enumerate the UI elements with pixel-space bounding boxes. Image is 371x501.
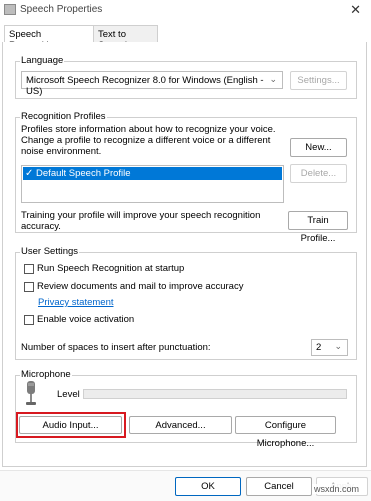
voice-activation-checkbox[interactable] — [24, 315, 34, 325]
advanced-button[interactable]: Advanced... — [129, 416, 232, 434]
chevron-down-icon: ⌄ — [269, 74, 277, 84]
spaces-dropdown-value: 2 — [316, 342, 322, 353]
app-icon — [4, 4, 16, 15]
review-documents-checkbox[interactable] — [24, 282, 34, 292]
profiles-list[interactable]: ✓ Default Speech Profile — [21, 165, 284, 203]
run-at-startup-label: Run Speech Recognition at startup — [37, 263, 185, 274]
watermark: wsxdn.com — [312, 484, 362, 494]
voice-activation-label: Enable voice activation — [37, 314, 135, 325]
new-profile-button[interactable]: New... — [290, 138, 347, 157]
level-meter — [83, 389, 347, 399]
spaces-label: Number of spaces to insert after punctua… — [21, 342, 211, 353]
window-title: Speech Properties — [20, 4, 103, 15]
spaces-dropdown[interactable]: 2 ⌄ — [311, 339, 348, 356]
recognizer-dropdown[interactable]: Microsoft Speech Recognizer 8.0 for Wind… — [21, 71, 283, 97]
review-documents-label: Review documents and mail to improve acc… — [37, 281, 244, 292]
language-group-label: Language — [20, 55, 65, 66]
chevron-down-icon: ⌄ — [334, 341, 342, 351]
privacy-statement-link[interactable]: Privacy statement — [38, 297, 114, 308]
profile-label: Default Speech Profile — [36, 168, 131, 179]
level-label: Level — [57, 389, 80, 400]
recognition-profiles-group-label: Recognition Profiles — [20, 111, 107, 122]
user-settings-group-label: User Settings — [20, 246, 80, 257]
delete-profile-button[interactable]: Delete... — [290, 164, 347, 183]
tab-speech-recognition[interactable]: Speech Recognition — [4, 25, 94, 51]
settings-button[interactable]: Settings... — [290, 71, 347, 90]
profiles-description: Profiles store information about how to … — [21, 124, 276, 157]
ok-button[interactable]: OK — [175, 477, 241, 496]
highlight-box — [16, 412, 126, 438]
check-icon: ✓ — [25, 168, 34, 179]
training-description: Training your profile will improve your … — [21, 210, 261, 232]
tab-text-to-speech[interactable]: Text to Speech — [94, 25, 158, 51]
run-at-startup-checkbox[interactable] — [24, 264, 34, 274]
close-icon[interactable]: ✕ — [350, 2, 361, 18]
list-item[interactable]: ✓ Default Speech Profile — [23, 167, 282, 180]
microphone-group-label: Microphone — [20, 369, 72, 380]
cancel-button[interactable]: Cancel — [246, 477, 312, 496]
microphone-icon — [25, 381, 37, 405]
train-profile-button[interactable]: Train Profile... — [288, 211, 348, 244]
configure-microphone-button[interactable]: Configure Microphone... — [235, 416, 336, 449]
